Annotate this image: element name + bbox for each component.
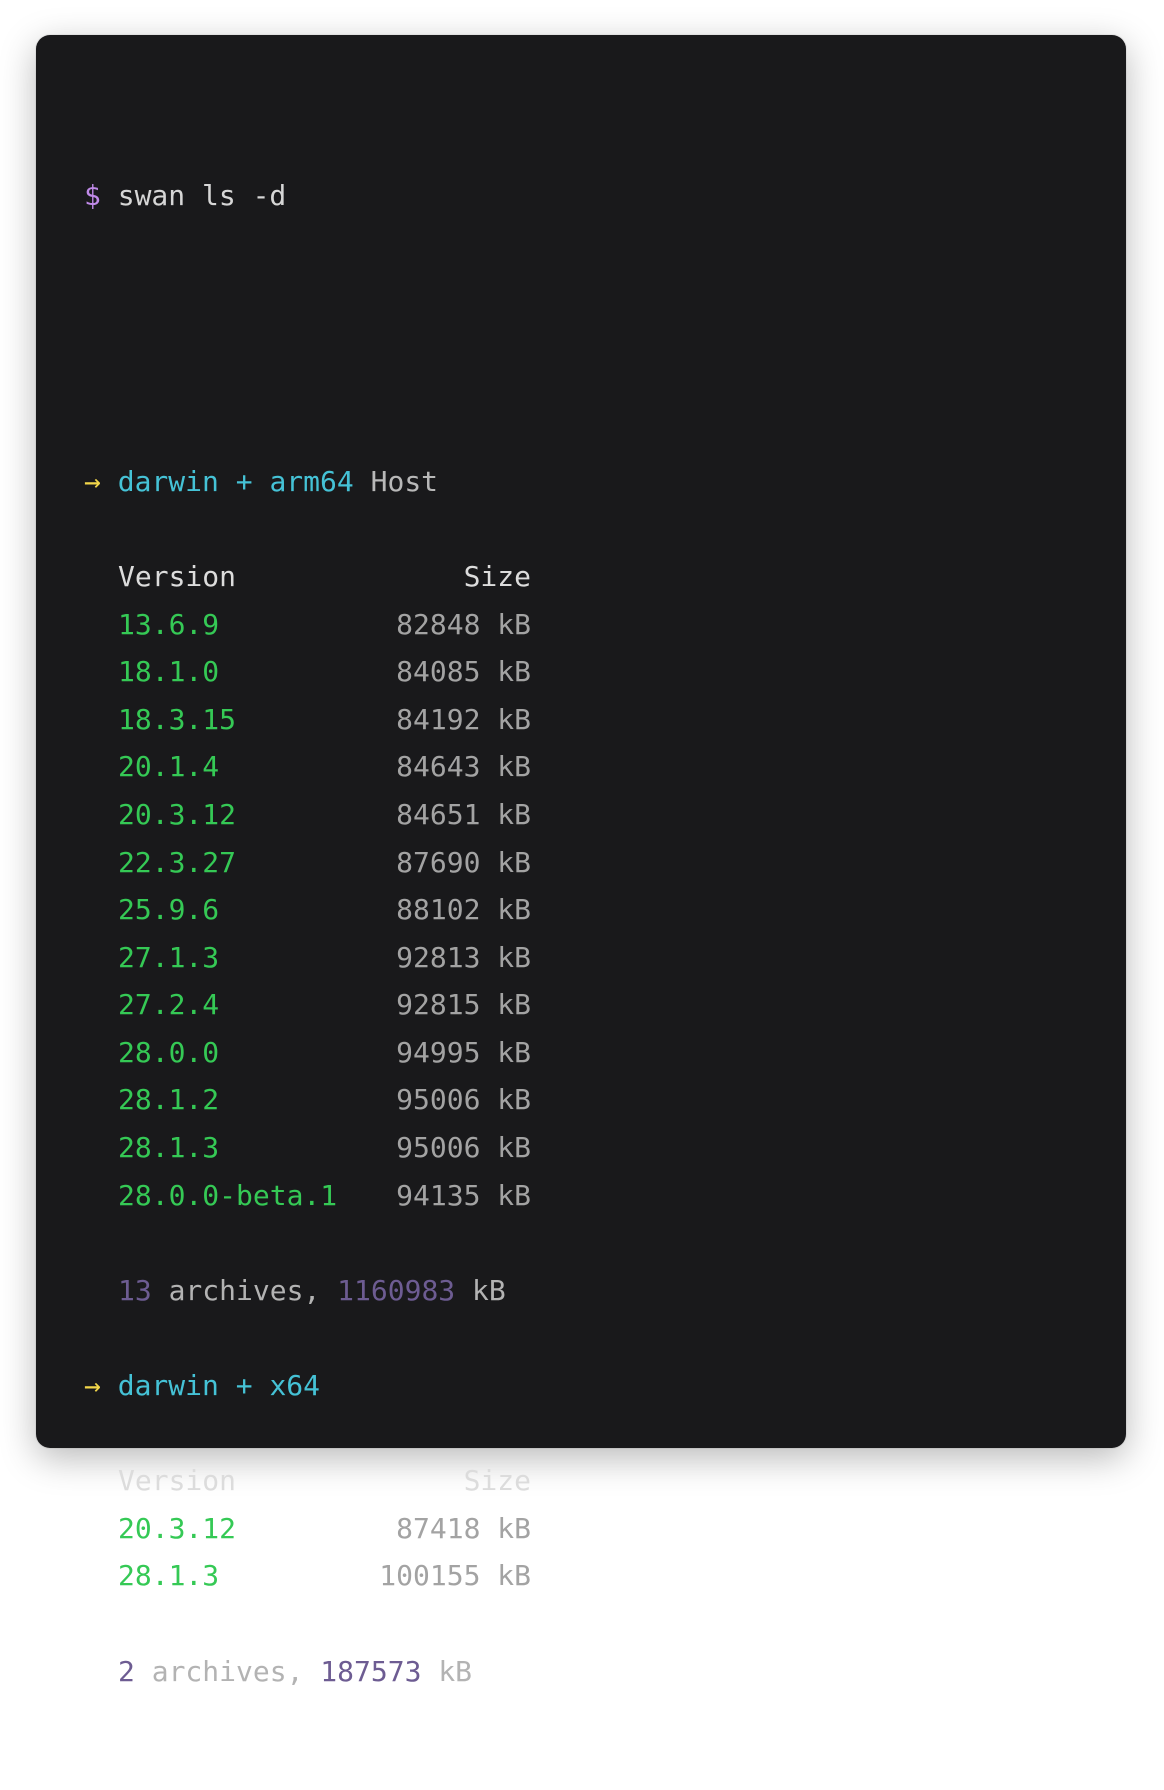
- size-cell: 92815 kB: [396, 988, 531, 1022]
- version-column-header: Version: [118, 1464, 237, 1498]
- table-row: 28.0.0-beta.1 94135 kB: [84, 1172, 531, 1220]
- arrow-icon: →: [84, 1369, 101, 1403]
- platform-name: darwin: [117, 1369, 219, 1403]
- size-cell: 88102 kB: [396, 893, 531, 927]
- size-cell: 84085 kB: [396, 655, 531, 689]
- command-line: $ swan ls -d: [84, 172, 531, 220]
- platform-name: darwin: [117, 464, 219, 498]
- version-cell: 18.3.15: [118, 702, 237, 736]
- archive-label: archives,: [168, 1273, 321, 1307]
- version-cell: 28.0.0: [118, 1035, 220, 1069]
- arrow-icon: →: [84, 464, 101, 498]
- command-text: swan ls -d: [117, 179, 287, 213]
- version-cell: 20.3.12: [118, 797, 237, 831]
- version-cell: 28.1.3: [118, 1559, 220, 1593]
- platform-group: → darwin + arm64 Host Version Size 13.6.9 82…: [84, 458, 531, 1362]
- table-row: 22.3.27 87690 kB: [84, 839, 531, 887]
- table-row: 18.3.15 84192 kB: [84, 696, 531, 744]
- size-unit: kB: [438, 1654, 473, 1688]
- version-cell: 25.9.6: [118, 893, 220, 927]
- host-tag: Host: [370, 464, 439, 498]
- version-cell: 28.1.3: [118, 1131, 220, 1165]
- summary-line: 2 archives, 187573 kB: [84, 1648, 531, 1696]
- version-cell: 20.3.12: [118, 1511, 237, 1545]
- table-row: 20.1.4 84643 kB: [84, 743, 531, 791]
- version-cell: 27.2.4: [118, 988, 220, 1022]
- table-row: 20.3.12 84651 kB: [84, 791, 531, 839]
- size-cell: 100155 kB: [379, 1559, 531, 1593]
- table-row: 28.1.2 95006 kB: [84, 1076, 531, 1124]
- table-row: 13.6.9 82848 kB: [84, 601, 531, 649]
- size-cell: 95006 kB: [396, 1083, 531, 1117]
- archive-count: 13: [118, 1273, 152, 1307]
- version-cell: 20.1.4: [118, 750, 220, 784]
- table-row: 25.9.6 88102 kB: [84, 886, 531, 934]
- table-row: 20.3.12 87418 kB: [84, 1505, 531, 1553]
- size-column-header: Size: [463, 1464, 531, 1498]
- size-cell: 94135 kB: [396, 1178, 531, 1212]
- arch-name: arm64: [269, 464, 354, 498]
- size-cell: 94995 kB: [396, 1035, 531, 1069]
- size-cell: 87690 kB: [396, 845, 531, 879]
- archive-label: archives,: [151, 1654, 304, 1688]
- version-cell: 28.1.2: [118, 1083, 220, 1117]
- prompt-symbol: $: [84, 179, 101, 213]
- size-column-header: Size: [463, 559, 531, 593]
- table-row: 28.1.3 95006 kB: [84, 1124, 531, 1172]
- size-cell: 84192 kB: [396, 702, 531, 736]
- version-cell: 28.0.0-beta.1: [118, 1178, 338, 1212]
- version-cell: 27.1.3: [118, 940, 220, 974]
- table-row: 27.2.4 92815 kB: [84, 981, 531, 1029]
- terminal-output: $ swan ls -d → darwin + arm64 Host Versio…: [84, 77, 531, 1790]
- table-header: Version Size: [84, 1457, 531, 1505]
- table-row: 18.1.0 84085 kB: [84, 648, 531, 696]
- platform-heading: → darwin + arm64 Host: [84, 458, 531, 506]
- table-header: Version Size: [84, 553, 531, 601]
- version-cell: 22.3.27: [118, 845, 237, 879]
- size-cell: 95006 kB: [396, 1131, 531, 1165]
- size-cell: 87418 kB: [396, 1511, 531, 1545]
- table-row: 27.1.3 92813 kB: [84, 934, 531, 982]
- size-cell: 82848 kB: [396, 607, 531, 641]
- plus-sign: +: [235, 464, 253, 498]
- size-cell: 84643 kB: [396, 750, 531, 784]
- archive-count: 2: [118, 1654, 135, 1688]
- total-size: 187573: [320, 1654, 422, 1688]
- size-cell: 84651 kB: [396, 797, 531, 831]
- platform-group: → darwin + x64 Version Size 20.3.12 87418 kB…: [84, 1362, 531, 1695]
- version-column-header: Version: [118, 559, 237, 593]
- table-row: 28.1.3 100155 kB: [84, 1552, 531, 1600]
- plus-sign: +: [235, 1369, 253, 1403]
- size-cell: 92813 kB: [396, 940, 531, 974]
- platform-heading: → darwin + x64: [84, 1362, 531, 1410]
- table-row: 28.0.0 94995 kB: [84, 1029, 531, 1077]
- version-cell: 13.6.9: [118, 607, 220, 641]
- summary-line: 13 archives, 1160983 kB: [84, 1267, 531, 1315]
- size-unit: kB: [472, 1273, 506, 1307]
- arch-name: x64: [269, 1369, 321, 1403]
- group-list: → darwin + arm64 Host Version Size 13.6.9 82…: [84, 458, 531, 1695]
- total-size: 1160983: [337, 1273, 456, 1307]
- terminal-window: $ swan ls -d → darwin + arm64 Host Versio…: [36, 35, 1126, 1688]
- version-cell: 18.1.0: [118, 655, 220, 689]
